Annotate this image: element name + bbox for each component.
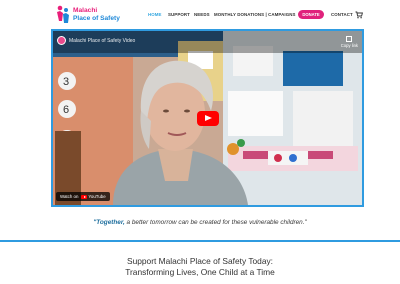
quote-text: "Together, a better tomorrow can be crea… [0,219,400,226]
nav-contact[interactable]: CONTACT [331,12,353,18]
youtube-label: YouTube [88,194,106,199]
cart-icon[interactable] [355,11,363,19]
site-header: Malachi Place of Safety HOME SUPPORT NEE… [0,0,400,30]
quote-emphasis: "Together, [93,219,125,226]
logo-figures-icon [57,5,69,23]
copy-link-button[interactable]: Copy link [341,36,358,48]
play-icon[interactable] [197,111,219,126]
watch-on-youtube-button[interactable]: Watch on YouTube [56,192,110,201]
headline-line1: Support Malachi Place of Safety Today: [126,256,274,266]
logo-line1: Malachi [73,7,98,14]
logo-line2: Place of Safety [73,14,120,22]
youtube-logo-icon [81,194,88,199]
site-logo[interactable]: Malachi Place of Safety [56,4,126,26]
watch-on-label: Watch on [60,194,79,199]
svg-text:6: 6 [63,104,69,116]
section-divider [0,240,400,242]
nav-monthly-donations-campaigns[interactable]: MONTHLY DONATIONS | CAMPAIGNS [214,12,296,18]
channel-avatar[interactable] [57,36,66,45]
nav-needs[interactable]: NEEDS [194,12,210,18]
quote-rest: a better tomorrow can be created for the… [124,219,307,226]
copy-link-label: Copy link [340,43,358,48]
video-embed[interactable]: 3 6 Malachi Place of Safety Video Copy l… [51,29,364,207]
donate-button[interactable]: DONATE [298,10,324,19]
support-headline: Support Malachi Place of Safety Today: T… [0,256,400,278]
nav-home[interactable]: HOME [148,12,162,18]
nav-support[interactable]: SUPPORT [168,12,190,18]
copy-link-icon [346,36,353,42]
svg-text:3: 3 [63,76,69,88]
video-title[interactable]: Malachi Place of Safety Video [69,38,135,44]
headline-line2: Transforming Lives, One Child at a Time [125,267,275,277]
